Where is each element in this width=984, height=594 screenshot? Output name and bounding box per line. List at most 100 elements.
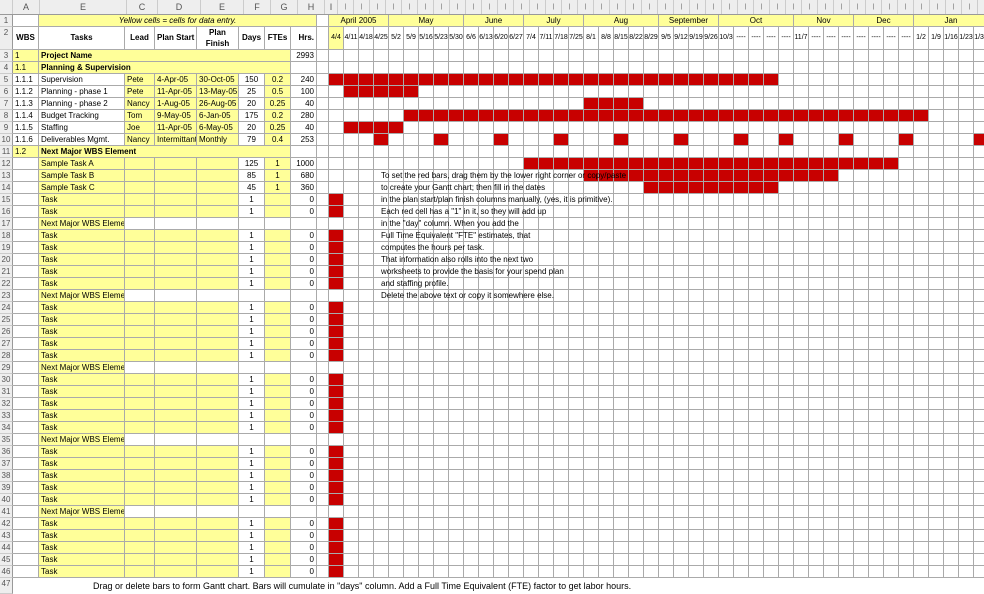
gantt-empty-cell[interactable] — [899, 362, 914, 373]
gantt-empty-cell[interactable] — [854, 170, 869, 181]
gantt-empty-cell[interactable] — [644, 530, 659, 541]
cell-hrs[interactable] — [291, 362, 317, 373]
gantt-empty-cell[interactable] — [359, 470, 374, 481]
gantt-empty-cell[interactable] — [344, 566, 359, 577]
gantt-empty-cell[interactable] — [599, 470, 614, 481]
gantt-empty-cell[interactable] — [674, 446, 689, 457]
gantt-empty-cell[interactable] — [929, 50, 944, 61]
gantt-bar-cell[interactable] — [344, 74, 359, 85]
gantt-empty-cell[interactable] — [344, 362, 359, 373]
gantt-bar-cell[interactable] — [719, 74, 734, 85]
gantt-empty-cell[interactable] — [734, 518, 749, 529]
gantt-empty-cell[interactable] — [359, 374, 374, 385]
gantt-empty-cell[interactable] — [884, 254, 899, 265]
gantt-empty-cell[interactable] — [809, 530, 824, 541]
gantt-empty-cell[interactable] — [899, 386, 914, 397]
gantt-empty-cell[interactable] — [719, 554, 734, 565]
cell-hrs[interactable] — [291, 146, 317, 157]
gantt-bar-cell[interactable] — [404, 110, 419, 121]
gantt-empty-cell[interactable] — [899, 566, 914, 577]
gantt-empty-cell[interactable] — [629, 518, 644, 529]
gantt-bar-cell[interactable] — [539, 74, 554, 85]
gantt-empty-cell[interactable] — [359, 518, 374, 529]
gantt-empty-cell[interactable] — [914, 458, 929, 469]
cell-fte[interactable] — [265, 290, 291, 301]
cell-task[interactable]: Task — [39, 494, 125, 505]
gantt-empty-cell[interactable] — [689, 386, 704, 397]
gantt-empty-cell[interactable] — [944, 254, 959, 265]
gantt-empty-cell[interactable] — [674, 554, 689, 565]
gantt-empty-cell[interactable] — [404, 350, 419, 361]
gantt-empty-cell[interactable] — [539, 134, 554, 145]
gantt-empty-cell[interactable] — [974, 290, 984, 301]
gantt-bar-cell[interactable] — [719, 182, 734, 193]
gantt-empty-cell[interactable] — [614, 494, 629, 505]
gantt-empty-cell[interactable] — [914, 146, 929, 157]
gantt-empty-cell[interactable] — [944, 242, 959, 253]
cell-wbs[interactable] — [13, 218, 39, 229]
gantt-empty-cell[interactable] — [524, 122, 539, 133]
gantt-empty-cell[interactable] — [734, 458, 749, 469]
cell-fte[interactable] — [265, 410, 291, 421]
gantt-empty-cell[interactable] — [524, 446, 539, 457]
gantt-empty-cell[interactable] — [584, 386, 599, 397]
gantt-empty-cell[interactable] — [869, 446, 884, 457]
week-7/11[interactable]: 7/11 — [539, 27, 554, 49]
gantt-empty-cell[interactable] — [959, 446, 974, 457]
gantt-empty-cell[interactable] — [914, 398, 929, 409]
gantt-empty-cell[interactable] — [584, 518, 599, 529]
gantt-empty-cell[interactable] — [674, 230, 689, 241]
gantt-empty-cell[interactable] — [389, 398, 404, 409]
cell-wbs[interactable] — [13, 458, 39, 469]
gantt-empty-cell[interactable] — [539, 554, 554, 565]
gantt-empty-cell[interactable] — [404, 542, 419, 553]
gantt-empty-cell[interactable] — [944, 62, 959, 73]
cell-planfinish[interactable] — [197, 278, 239, 289]
cell-planfinish[interactable] — [197, 410, 239, 421]
gantt-empty-cell[interactable] — [644, 422, 659, 433]
gantt-bar-cell[interactable] — [644, 170, 659, 181]
gantt-empty-cell[interactable] — [959, 374, 974, 385]
gantt-empty-cell[interactable] — [854, 254, 869, 265]
gantt-empty-cell[interactable] — [479, 410, 494, 421]
gantt-empty-cell[interactable] — [914, 62, 929, 73]
gantt-empty-cell[interactable] — [584, 182, 599, 193]
gantt-empty-cell[interactable] — [704, 50, 719, 61]
gantt-empty-cell[interactable] — [509, 50, 524, 61]
gantt-empty-cell[interactable] — [824, 482, 839, 493]
gantt-empty-cell[interactable] — [464, 98, 479, 109]
gantt-empty-cell[interactable] — [404, 458, 419, 469]
gantt-empty-cell[interactable] — [599, 134, 614, 145]
gantt-empty-cell[interactable] — [884, 326, 899, 337]
gantt-empty-cell[interactable] — [344, 518, 359, 529]
rownum-21[interactable]: 21 — [0, 266, 13, 278]
cell-wbs[interactable] — [13, 338, 39, 349]
gantt-empty-cell[interactable] — [554, 50, 569, 61]
gantt-empty-cell[interactable] — [854, 230, 869, 241]
gantt-bar-cell[interactable] — [524, 110, 539, 121]
cell-days[interactable]: 1 — [239, 254, 265, 265]
gantt-empty-cell[interactable] — [689, 362, 704, 373]
cell-fte[interactable] — [265, 398, 291, 409]
gantt-empty-cell[interactable] — [644, 542, 659, 553]
cell-planstart[interactable] — [155, 518, 197, 529]
rownum-22[interactable]: 22 — [0, 278, 13, 290]
gantt-empty-cell[interactable] — [824, 146, 839, 157]
gantt-empty-cell[interactable] — [539, 506, 554, 517]
cell-hrs[interactable]: 0 — [291, 470, 317, 481]
gantt-empty-cell[interactable] — [449, 506, 464, 517]
gantt-empty-cell[interactable] — [419, 422, 434, 433]
cell-fte[interactable] — [265, 374, 291, 385]
cell-planfinish[interactable] — [197, 266, 239, 277]
gantt-empty-cell[interactable] — [944, 398, 959, 409]
gantt-empty-cell[interactable] — [719, 86, 734, 97]
gantt-empty-cell[interactable] — [914, 338, 929, 349]
gantt-empty-cell[interactable] — [914, 266, 929, 277]
cell-days[interactable] — [239, 290, 265, 301]
gantt-empty-cell[interactable] — [719, 338, 734, 349]
gantt-bar-cell[interactable] — [869, 110, 884, 121]
gantt-empty-cell[interactable] — [884, 314, 899, 325]
gantt-empty-cell[interactable] — [974, 350, 984, 361]
gantt-empty-cell[interactable] — [779, 50, 794, 61]
gantt-empty-cell[interactable] — [554, 410, 569, 421]
